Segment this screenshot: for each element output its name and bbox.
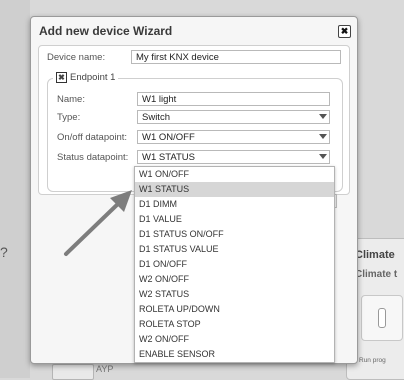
name-label: Name: — [57, 94, 85, 105]
dropdown-option[interactable]: D1 VALUE — [135, 212, 334, 227]
dropdown-option-selected[interactable]: W1 STATUS — [135, 182, 334, 197]
wizard-title: Add new device Wizard — [39, 24, 173, 38]
type-select[interactable]: Switch — [137, 110, 330, 124]
chevron-down-icon — [319, 134, 327, 139]
onoff-datapoint-select[interactable]: W1 ON/OFF — [137, 130, 330, 144]
thermometer-tile[interactable] — [361, 295, 403, 341]
dropdown-option[interactable]: D1 ON/OFF — [135, 257, 334, 272]
endpoint-remove-icon[interactable]: ✖ — [56, 72, 67, 83]
endpoint-label: Endpoint 1 — [70, 72, 116, 83]
background-label: AYP — [96, 364, 114, 374]
dropdown-option[interactable]: ROLETA STOP — [135, 317, 334, 332]
dropdown-option[interactable]: ROLETA UP/DOWN — [135, 302, 334, 317]
type-select-value: Switch — [142, 112, 170, 123]
status-datapoint-label: Status datapoint: — [57, 152, 129, 163]
device-name-label: Device name: — [47, 52, 106, 63]
device-name-input[interactable]: My first KNX device — [131, 50, 341, 64]
thermometer-icon — [378, 308, 386, 328]
status-datapoint-value: W1 STATUS — [142, 152, 195, 163]
climate-subtitle: Climate t — [355, 269, 398, 280]
chevron-down-icon — [319, 154, 327, 159]
dropdown-option[interactable]: D1 STATUS ON/OFF — [135, 227, 334, 242]
type-label: Type: — [57, 112, 81, 123]
onoff-datapoint-label: On/off datapoint: — [57, 132, 128, 143]
status-datapoint-select[interactable]: W1 STATUS — [137, 150, 330, 164]
dropdown-option[interactable]: W2 ON/OFF — [135, 332, 334, 347]
close-icon[interactable]: ✖ — [338, 25, 351, 38]
climate-title: Climate — [355, 249, 395, 261]
dropdown-option[interactable]: W2 ON/OFF — [135, 272, 334, 287]
run-program-button[interactable]: Run prog — [359, 357, 386, 364]
dropdown-option[interactable]: D1 STATUS VALUE — [135, 242, 334, 257]
endpoint-legend: ✖ Endpoint 1 — [53, 72, 119, 83]
dropdown-option[interactable]: W1 ON/OFF — [135, 167, 334, 182]
background-fragment: ? — [0, 244, 8, 260]
dropdown-option[interactable]: ENABLE SENSOR — [135, 347, 334, 362]
dropdown-option[interactable]: W2 STATUS — [135, 287, 334, 302]
name-input[interactable]: W1 light — [137, 92, 330, 106]
chevron-down-icon — [319, 114, 327, 119]
status-datapoint-dropdown[interactable]: W1 ON/OFF W1 STATUS D1 DIMM D1 VALUE D1 … — [134, 166, 335, 363]
background-sidebar — [0, 0, 30, 378]
dropdown-option[interactable]: D1 DIMM — [135, 197, 334, 212]
pointer-arrow-icon — [64, 190, 132, 256]
onoff-datapoint-value: W1 ON/OFF — [142, 132, 195, 143]
